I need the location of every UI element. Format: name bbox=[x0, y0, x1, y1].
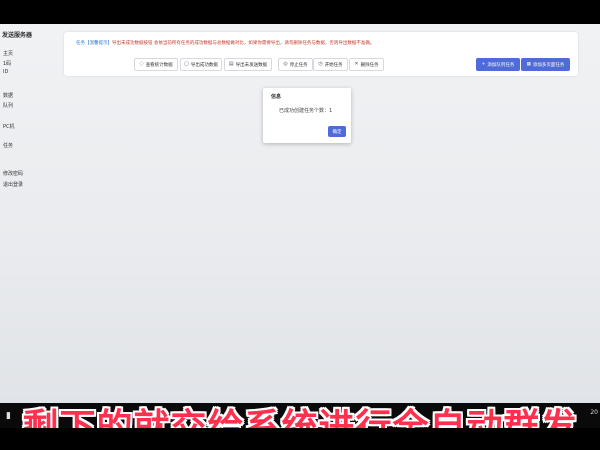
delete-task-label: 删除任务 bbox=[360, 62, 379, 68]
video-caption: 剩下的就交给系统进行全自动群发 bbox=[22, 407, 578, 428]
start-task-button[interactable]: ◷ 开始任务 bbox=[313, 58, 348, 71]
dialog-title: 信息 bbox=[271, 94, 282, 100]
brand-title: 发送服务器 bbox=[2, 32, 33, 39]
notice-body: 导出未成功数据按钮 会依当前所有任务的成功数据与总数据做对比，如果你需要导出，请… bbox=[112, 41, 375, 46]
info-dialog: 信息 已成功创建任务个数：1 确定 bbox=[263, 88, 351, 143]
close-icon: ✕ bbox=[354, 61, 359, 67]
add-multipage-task-label: 添加多页面任务 bbox=[532, 62, 565, 68]
app-screen: 发送服务器 主页 1码 ID 数据 队列 PC机 任务 修改密码 退出登录 任务… bbox=[0, 24, 600, 428]
notice-lead: 任务【温馨提示】 bbox=[76, 41, 112, 46]
sidebar-item-code[interactable]: 1码 bbox=[3, 60, 11, 67]
delete-task-button[interactable]: ✕ 删除任务 bbox=[349, 58, 384, 71]
sidebar: 发送服务器 主页 1码 ID 数据 队列 PC机 任务 修改密码 退出登录 bbox=[0, 24, 58, 404]
view-stats-button[interactable]: ◌ 查看统计数据 bbox=[134, 58, 178, 71]
export-unsent-label: 导出未发送数据 bbox=[235, 62, 268, 68]
sidebar-item-change-password[interactable]: 修改密码 bbox=[3, 170, 23, 177]
grid-icon: ▦ bbox=[526, 62, 531, 67]
dialog-ok-button[interactable]: 确定 bbox=[328, 126, 346, 137]
doc-icon: ▤ bbox=[228, 61, 234, 67]
sidebar-item-queue[interactable]: 队列 bbox=[3, 102, 13, 109]
start-task-label: 开始任务 bbox=[324, 62, 343, 68]
dialog-message: 已成功创建任务个数：1 bbox=[279, 108, 333, 114]
shield-icon: ◌ bbox=[139, 61, 144, 67]
plus-icon: + bbox=[481, 62, 486, 67]
add-queue-task-label: 添加队列任务 bbox=[487, 62, 515, 68]
stop-task-button[interactable]: ◎ 停止任务 bbox=[278, 58, 313, 71]
file-icon: ▢ bbox=[184, 61, 189, 67]
view-stats-label: 查看统计数据 bbox=[145, 62, 173, 68]
stop-icon: ◎ bbox=[283, 61, 288, 67]
export-success-button[interactable]: ▢ 导出成功数据 bbox=[180, 58, 222, 71]
sidebar-item-home[interactable]: 主页 bbox=[3, 50, 13, 57]
export-success-label: 导出成功数据 bbox=[190, 62, 218, 68]
notice-text: 任务【温馨提示】导出未成功数据按钮 会依当前所有任务的成功数据与总数据做对比，如… bbox=[76, 40, 572, 46]
sidebar-item-id[interactable]: ID bbox=[3, 69, 8, 75]
top-letterbox bbox=[0, 0, 600, 24]
add-queue-task-button[interactable]: + 添加队列任务 bbox=[476, 58, 520, 71]
sidebar-item-logout[interactable]: 退出登录 bbox=[3, 181, 23, 188]
sidebar-item-task[interactable]: 任务 bbox=[3, 142, 13, 149]
sidebar-item-pc[interactable]: PC机 bbox=[3, 123, 15, 130]
sidebar-item-data[interactable]: 数据 bbox=[3, 92, 13, 99]
add-multipage-task-button[interactable]: ▦ 添加多页面任务 bbox=[521, 58, 570, 71]
bottom-letterbox bbox=[0, 428, 600, 450]
play-icon: ◷ bbox=[318, 61, 323, 67]
stop-task-label: 停止任务 bbox=[289, 62, 308, 68]
export-unsent-button[interactable]: ▤ 导出未发送数据 bbox=[224, 58, 272, 71]
